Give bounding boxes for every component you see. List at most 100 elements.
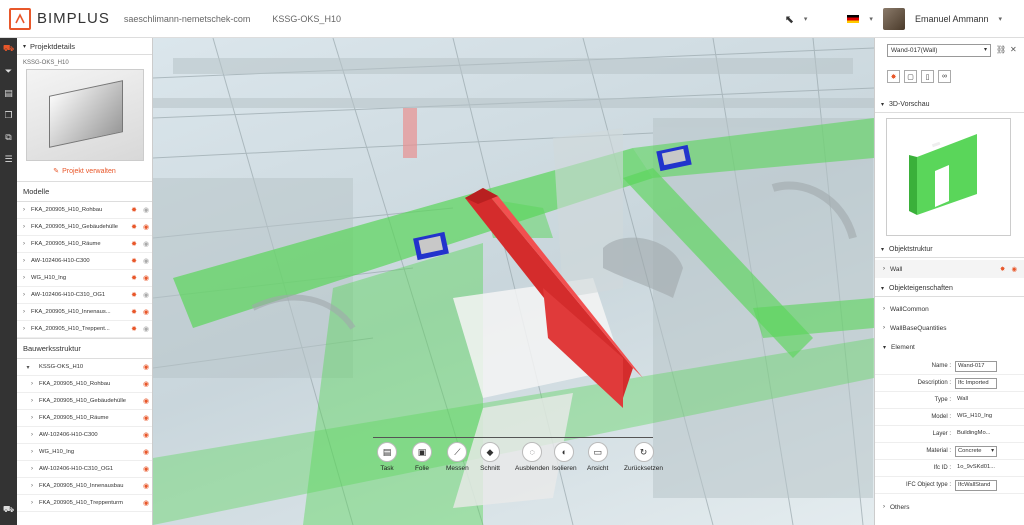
toolbar-task-button[interactable]: ▤ Task — [377, 442, 397, 472]
3d-viewport[interactable]: ▤ Task ▣ Folie ⟋ Messen ◆ Schnitt ◌ Ausblenden ◐ Is… — [153, 38, 874, 525]
project-name[interactable]: KSSG-OKS_H10 — [272, 14, 341, 24]
chevron-right-icon[interactable]: › — [17, 224, 31, 230]
toolbar-isolieren-button[interactable]: ◐ Isolieren — [552, 442, 577, 472]
clipboard-icon[interactable]: ▤ — [377, 442, 397, 462]
avatar[interactable] — [882, 8, 905, 30]
eye-icon[interactable]: ◉ — [140, 223, 152, 231]
object-structure-header[interactable]: ▾ Objektstruktur — [875, 241, 1024, 258]
property-value-field[interactable]: Wand-017 — [955, 360, 997, 372]
link-icon[interactable]: ⛓ — [996, 45, 1006, 54]
model-row[interactable]: › WG_H10_Ing ✸ ◉ — [17, 270, 152, 287]
chevron-right-icon[interactable]: › — [17, 432, 39, 438]
chevron-down-icon[interactable]: ▾ — [869, 15, 873, 23]
toolbar-ausblenden-button[interactable]: ◌ Ausblenden — [515, 442, 549, 472]
tree-item[interactable]: › FKA_200905_H10_Rohbau ◉ — [17, 376, 152, 393]
chevron-right-icon[interactable]: › — [17, 241, 31, 247]
tree-item[interactable]: › WG_H10_Ing ◉ — [17, 444, 152, 461]
chevron-down-icon[interactable]: ▾ — [998, 15, 1002, 23]
tree-item[interactable]: › FKA_200905_H10_Räume ◉ — [17, 410, 152, 427]
tree-root[interactable]: ▾ KSSG-OKS_H10 ◉ — [17, 359, 152, 376]
slide-icon[interactable]: ▣ — [412, 442, 432, 462]
chevron-right-icon[interactable]: › — [883, 266, 885, 272]
chevron-right-icon[interactable]: › — [17, 258, 31, 264]
layer-settings-icon[interactable]: ✸ — [128, 308, 140, 316]
eye-icon[interactable]: ◉ — [140, 257, 152, 265]
stack-icon[interactable]: ☰ — [0, 148, 17, 170]
property-value-field[interactable]: IfcWallStand — [955, 479, 997, 491]
eye-icon[interactable]: ◉ — [140, 308, 152, 316]
model-row[interactable]: › FKA_200905_H10_Treppent... ✸ ◉ — [17, 321, 152, 338]
layer-settings-icon[interactable]: ✸ — [128, 257, 140, 265]
tree-item[interactable]: › AW-102406-H10-C310_OG1 ◉ — [17, 461, 152, 478]
object-icon[interactable]: ✸ — [1000, 265, 1005, 273]
tree-item[interactable]: › FKA_200905_H10_Innenausbau ◉ — [17, 478, 152, 495]
model-row[interactable]: › FKA_200905_H10_Räume ✸ ◉ — [17, 236, 152, 253]
chevron-right-icon[interactable]: › — [17, 309, 31, 315]
3d-preview[interactable] — [886, 118, 1011, 236]
camera-icon[interactable]: ▭ — [587, 442, 608, 462]
layers-icon[interactable]: ❐ — [0, 104, 17, 126]
group-wallbasequantities[interactable]: › WallBaseQuantities — [875, 319, 1024, 337]
chevron-right-icon[interactable]: › — [17, 398, 39, 404]
layer-settings-icon[interactable]: ✸ — [128, 240, 140, 248]
toolbar-messen-button[interactable]: ⟋ Messen — [446, 442, 469, 472]
chevron-right-icon[interactable]: › — [17, 292, 31, 298]
group-others[interactable]: › Others — [875, 498, 1024, 516]
eye-icon[interactable]: ◉ — [140, 206, 152, 214]
ruler-icon[interactable]: ⟋ — [447, 442, 468, 462]
hide-icon[interactable]: ◌ — [522, 442, 543, 462]
close-icon[interactable]: ✕ — [1010, 45, 1017, 54]
layer-settings-icon[interactable]: ✸ — [128, 274, 140, 282]
toolbar-folie-button[interactable]: ▣ Folie — [412, 442, 432, 472]
chevron-right-icon[interactable]: › — [17, 381, 39, 387]
eye-icon[interactable]: ◉ — [140, 325, 152, 333]
isolate-icon[interactable]: ◐ — [554, 442, 575, 462]
model-row[interactable]: › FKA_200905_H10_Rohbau ✸ ◉ — [17, 202, 152, 219]
eye-icon[interactable]: ◉ — [140, 499, 152, 507]
link-icon[interactable]: ∞ — [938, 70, 951, 83]
tree-item[interactable]: › FKA_200905_H10_Gebäudehülle ◉ — [17, 393, 152, 410]
chevron-right-icon[interactable]: › — [17, 449, 39, 455]
object-icon[interactable]: ✸ — [887, 70, 900, 83]
cart-bottom-icon[interactable]: ⛟ — [0, 499, 17, 521]
eye-icon[interactable]: ◉ — [140, 380, 152, 388]
chevron-down-icon[interactable]: ▾ — [991, 447, 994, 456]
property-value-field[interactable]: Concrete ▾ — [955, 445, 997, 457]
model-row[interactable]: › AW-102406-H10-C300 ✸ ◉ — [17, 253, 152, 270]
eye-icon[interactable]: ◉ — [140, 431, 152, 439]
filter-icon[interactable]: ⏷ — [0, 60, 17, 82]
toolbar-schnitt-button[interactable]: ◆ Schnitt — [480, 442, 500, 472]
eye-icon[interactable]: ◉ — [140, 291, 152, 299]
toolbar-ansicht-button[interactable]: ▭ Ansicht — [587, 442, 608, 472]
property-value-field[interactable]: Ifc Imported — [955, 377, 997, 389]
eye-icon[interactable]: ◉ — [140, 414, 152, 422]
chevron-right-icon[interactable]: › — [17, 415, 39, 421]
eye-icon[interactable]: ◉ — [140, 240, 152, 248]
chevron-right-icon[interactable]: › — [17, 466, 39, 472]
user-name[interactable]: Emanuel Ammann — [915, 14, 989, 24]
language-flag-icon[interactable] — [847, 15, 860, 23]
toolbar-zurücksetzen-button[interactable]: ↻ Zurücksetzen — [624, 442, 663, 472]
attachment-icon[interactable]: ▯ — [921, 70, 934, 83]
group-element[interactable]: ▾ Element — [875, 338, 1024, 356]
chevron-down-icon[interactable]: ▾ — [17, 364, 39, 371]
clipboard-icon[interactable]: ▤ — [0, 82, 17, 104]
structure-item[interactable]: › Wall ✸ ◉ — [875, 260, 1024, 278]
model-row[interactable]: › FKA_200905_H10_Innenaus... ✸ ◉ — [17, 304, 152, 321]
chevron-right-icon[interactable]: › — [17, 207, 31, 213]
eye-icon[interactable]: ◉ — [140, 482, 152, 490]
section-cube-icon[interactable]: ◆ — [480, 442, 500, 462]
copy-icon[interactable]: ⧉ — [0, 126, 17, 148]
cursor-mode-icon[interactable]: ⬉ — [785, 13, 794, 26]
cart-icon[interactable]: ⛟ — [0, 38, 17, 60]
layer-settings-icon[interactable]: ✸ — [128, 206, 140, 214]
preview-header[interactable]: ▾ 3D-Vorschau — [875, 96, 1024, 113]
properties-header[interactable]: ▾ Objekteigenschaften — [875, 280, 1024, 297]
chevron-right-icon[interactable]: › — [17, 275, 31, 281]
layer-settings-icon[interactable]: ✸ — [128, 325, 140, 333]
chevron-right-icon[interactable]: › — [17, 500, 39, 506]
reset-icon[interactable]: ↻ — [633, 442, 654, 462]
manage-project-link[interactable]: ✎ Projekt verwalten — [17, 161, 152, 181]
eye-icon[interactable]: ◉ — [140, 274, 152, 282]
team-name[interactable]: saeschlimann-nemetschek-com — [124, 14, 251, 24]
